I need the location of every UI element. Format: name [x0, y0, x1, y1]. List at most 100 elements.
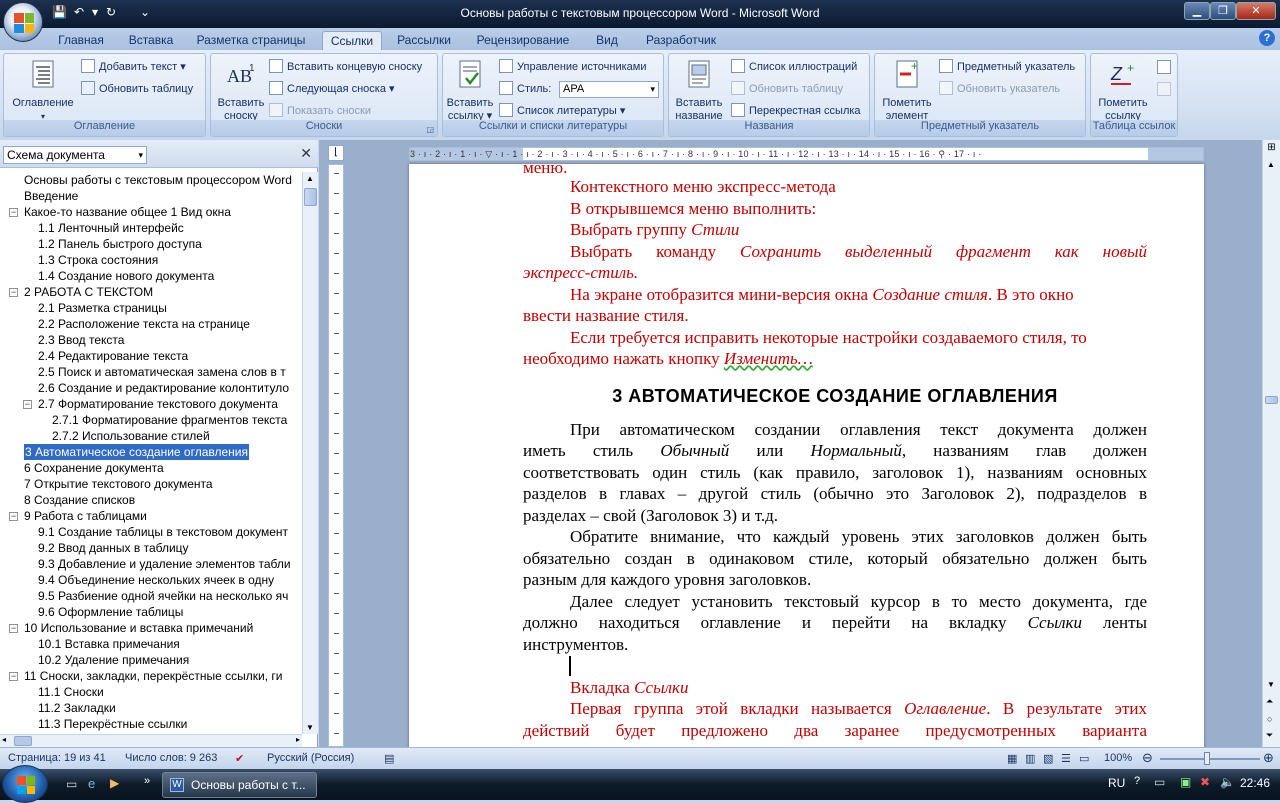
tab-insert[interactable]: Вставка: [122, 31, 180, 50]
insert-caption-button[interactable]: Вставить название: [671, 58, 727, 123]
document-map-item[interactable]: 2.6 Создание и редактирование колонтитул…: [38, 380, 289, 396]
outline-view-icon[interactable]: ☰: [1061, 752, 1071, 765]
document-map-item[interactable]: 11 Сноски, закладки, перекрёстные ссылки…: [24, 668, 282, 684]
document-map-item[interactable]: 1.3 Строка состояния: [38, 252, 158, 268]
document-map-item[interactable]: 9.4 Объединение нескольких ячеек в одну: [38, 572, 274, 588]
document-scroll-thumb[interactable]: [1265, 396, 1278, 404]
page-count[interactable]: Страница: 19 из 41: [8, 752, 106, 764]
docmap-vertical-scrollbar[interactable]: ▲ ▼: [302, 172, 318, 734]
close-button[interactable]: ✕: [1236, 2, 1276, 20]
document-map-item[interactable]: 9.2 Ввод данных в таблицу: [38, 540, 189, 556]
document-map-item[interactable]: 2.7.2 Использование стилей: [52, 428, 210, 444]
minimize-button[interactable]: ▁: [1184, 2, 1210, 20]
document-map-item[interactable]: 2 РАБОТА С ТЕКСТОМ: [24, 284, 153, 300]
document-map-item[interactable]: 2.2 Расположение текста на странице: [38, 316, 250, 332]
mark-entry-button[interactable]: + Пометить элемент: [877, 58, 937, 123]
document-map-item[interactable]: 3 Автоматическое создание оглавления: [24, 444, 250, 460]
bibliography-button[interactable]: Список литературы ▾: [499, 102, 625, 120]
document-map-item[interactable]: 1.1 Ленточный интерфейс: [38, 220, 184, 236]
document-map-item[interactable]: 6 Сохранение документа: [24, 460, 164, 476]
restore-button[interactable]: ❐: [1210, 2, 1236, 20]
scroll-down-icon[interactable]: ▼: [306, 723, 314, 732]
spelling-check-icon[interactable]: ✔: [235, 752, 244, 765]
insert-toa-icon[interactable]: [1157, 60, 1171, 74]
tree-collapse-toggle[interactable]: −: [9, 512, 18, 521]
insert-citation-button[interactable]: Вставить ссылку ▾: [443, 58, 497, 123]
footnotes-dialog-launcher-icon[interactable]: ◲: [426, 125, 434, 134]
save-icon[interactable]: 💾: [52, 5, 67, 19]
cross-reference-button[interactable]: Перекрестная ссылка: [731, 102, 861, 120]
macro-record-icon[interactable]: ▤: [384, 752, 394, 765]
tree-collapse-toggle[interactable]: −: [23, 400, 32, 409]
tree-collapse-toggle[interactable]: −: [9, 624, 18, 633]
next-page-icon[interactable]: ⏷: [1266, 730, 1273, 741]
zoom-slider-thumb[interactable]: [1204, 752, 1210, 765]
update-index-button[interactable]: Обновить указатель: [939, 80, 1060, 98]
document-map-item[interactable]: 9.1 Создание таблицы в текстовом докумен…: [38, 524, 288, 540]
document-vertical-scrollbar[interactable]: ⊞ ▲ ▼ ⏶ ○ ⏷: [1262, 140, 1280, 747]
document-map-item[interactable]: 11.2 Закладки: [38, 700, 116, 716]
scroll-up-icon[interactable]: ▲: [1267, 160, 1275, 169]
tab-home[interactable]: Главная: [54, 31, 108, 50]
input-language[interactable]: RU: [1108, 776, 1125, 790]
tab-page-layout[interactable]: Разметка страницы: [192, 31, 310, 50]
web-layout-icon[interactable]: ▧: [1043, 752, 1053, 765]
language[interactable]: Русский (Россия): [267, 752, 354, 764]
document-map-select[interactable]: Схема документа ▾: [3, 146, 147, 164]
document-map-item[interactable]: 10 Использование и вставка примечаний: [24, 620, 253, 636]
document-map-item[interactable]: 2.1 Разметка страницы: [38, 300, 167, 316]
document-map-item[interactable]: 9.6 Оформление таблицы: [38, 604, 183, 620]
ruler-toggle-icon[interactable]: ⊞: [1265, 142, 1278, 156]
document-map-item[interactable]: Какое-то название общее 1 Вид окна: [24, 204, 231, 220]
help-icon[interactable]: ?: [1259, 30, 1275, 46]
show-notes-button[interactable]: Показать сноски: [269, 102, 371, 120]
update-toa-icon[interactable]: [1157, 82, 1171, 96]
document-map-item[interactable]: 2.4 Редактирование текста: [38, 348, 188, 364]
document-map-item[interactable]: 2.7 Форматирование текстового документа: [38, 396, 278, 412]
update-figures-table-button[interactable]: Обновить таблицу: [731, 80, 843, 98]
update-table-button[interactable]: Обновить таблицу: [81, 80, 193, 98]
document-map-item[interactable]: 2.3 Ввод текста: [38, 332, 124, 348]
zoom-level[interactable]: 100%: [1104, 752, 1132, 764]
document-map-item[interactable]: 10.2 Удаление примечания: [38, 652, 189, 668]
document-map-item[interactable]: 1.2 Панель быстрого доступа: [38, 236, 202, 252]
document-map-item[interactable]: 2.5 Поиск и автоматическая замена слов в…: [38, 364, 286, 380]
media-player-icon[interactable]: ▶: [110, 776, 119, 790]
volume-icon[interactable]: 🔈: [1220, 775, 1235, 789]
zoom-in-icon[interactable]: ⊕: [1263, 750, 1274, 766]
draft-view-icon[interactable]: ▭: [1079, 752, 1089, 765]
print-layout-view-icon[interactable]: ▦: [1007, 752, 1017, 765]
document-map-item[interactable]: 9.3 Добавление и удаление элементов табл…: [38, 556, 291, 572]
vertical-ruler[interactable]: [328, 164, 344, 747]
docmap-hscroll-thumb[interactable]: [14, 736, 32, 746]
scroll-right-icon[interactable]: ▸: [296, 735, 300, 744]
undo-dropdown-icon[interactable]: ▾: [92, 5, 98, 19]
start-button[interactable]: [2, 765, 48, 803]
document-map-item[interactable]: Основы работы с текстовым процессором Wo…: [24, 172, 292, 188]
toc-button[interactable]: Оглавление ▾: [8, 58, 78, 123]
next-footnote-button[interactable]: Следующая сноска ▾: [269, 80, 395, 98]
insert-endnote-button[interactable]: Вставить концевую сноску: [269, 58, 422, 76]
redo-icon[interactable]: ↻: [106, 5, 116, 19]
help-tray-icon[interactable]: ?: [1134, 775, 1140, 787]
ie-icon[interactable]: e: [88, 776, 95, 791]
tab-view[interactable]: Вид: [590, 31, 624, 50]
show-desktop-icon[interactable]: ▭: [66, 777, 77, 791]
manage-sources-button[interactable]: Управление источниками: [499, 58, 646, 76]
zoom-slider[interactable]: [1160, 758, 1260, 760]
zoom-out-icon[interactable]: ⊖: [1142, 750, 1153, 766]
clock[interactable]: 22:46: [1240, 776, 1270, 790]
mark-citation-button[interactable]: Z + Пометить ссылку: [1093, 58, 1153, 123]
document-map-item[interactable]: 7 Открытие текстового документа: [24, 476, 213, 492]
tab-stop-selector[interactable]: ⌊: [328, 145, 344, 161]
document-map-item[interactable]: 1.4 Создание нового документа: [38, 268, 214, 284]
document-map-item[interactable]: 9 Работа с таблицами: [24, 508, 147, 524]
table-of-figures-button[interactable]: Список иллюстраций: [731, 58, 857, 76]
taskbar-word-button[interactable]: W Основы работы с т...: [162, 772, 317, 798]
insert-footnote-button[interactable]: AB 1 Вставить сноску: [213, 58, 269, 123]
document-page[interactable]: меню. Контекстного меню экспресс-метода …: [409, 158, 1204, 747]
document-map-item[interactable]: 11.1 Сноски: [38, 684, 104, 700]
docmap-horizontal-scrollbar[interactable]: ◂ ▸: [0, 734, 302, 747]
document-map-item[interactable]: 8 Создание списков: [24, 492, 135, 508]
add-text-button[interactable]: Добавить текст ▾: [81, 58, 186, 76]
